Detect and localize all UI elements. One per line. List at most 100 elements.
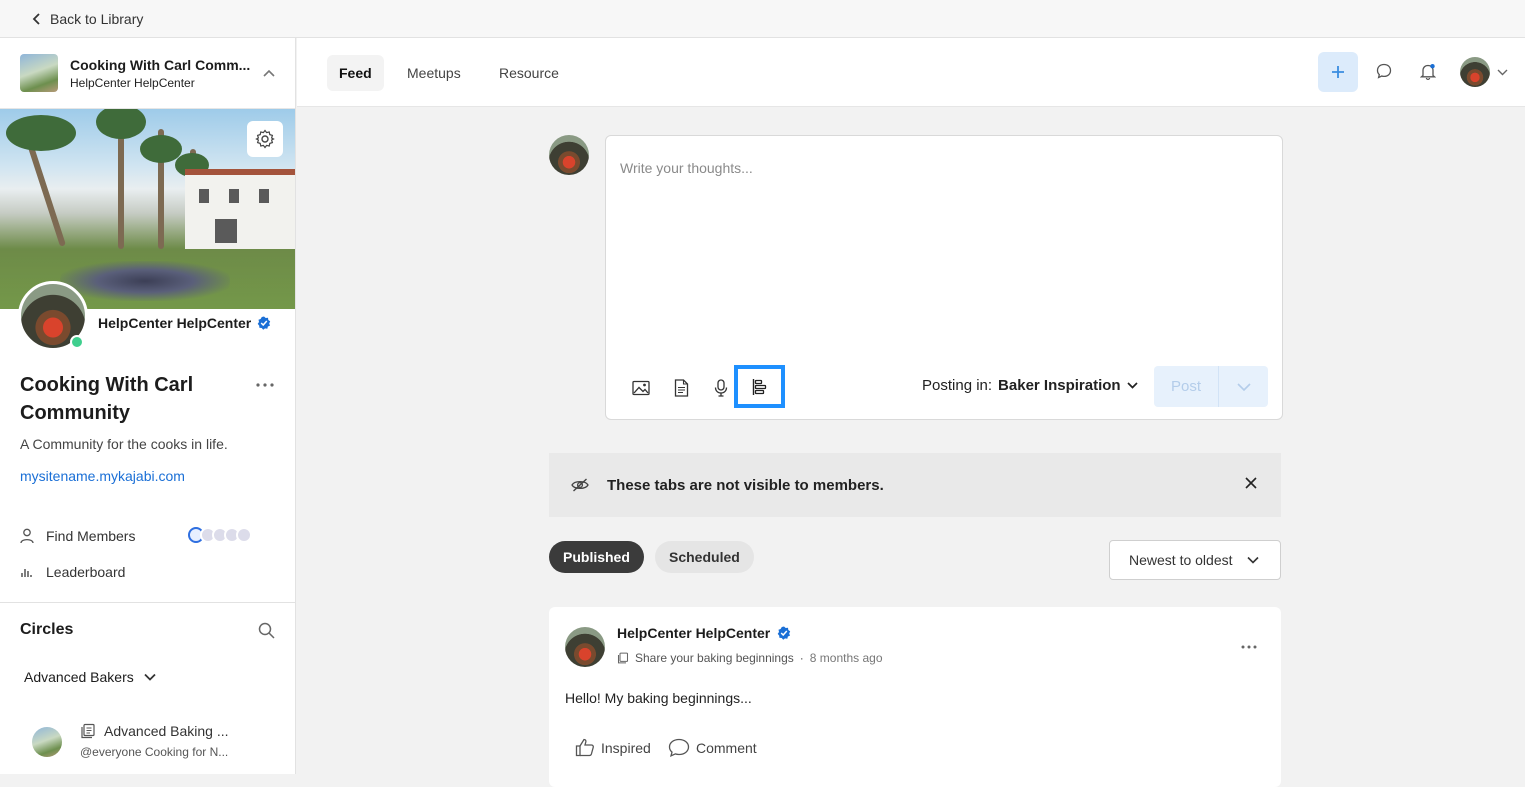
chevron-up-icon[interactable] — [263, 69, 275, 77]
back-to-library-link[interactable]: Back to Library — [32, 11, 143, 27]
close-icon — [1245, 477, 1257, 489]
add-file-button[interactable] — [669, 376, 693, 400]
community-cover-image — [0, 109, 295, 309]
chat-bubble-icon — [1376, 63, 1392, 79]
add-poll-button[interactable] — [734, 365, 785, 408]
owner-name: HelpCenter HelpCenter — [98, 315, 252, 331]
circle-thumbnail — [32, 727, 62, 757]
post-body: Hello! My baking beginnings... — [565, 690, 752, 706]
circle-list-item[interactable]: Advanced Baking ... @everyone Cooking fo… — [32, 723, 229, 759]
circle-filter-select[interactable]: Advanced Bakers — [24, 669, 156, 685]
post-button-group: Post — [1154, 366, 1268, 407]
hidden-tabs-notice: These tabs are not visible to members. — [549, 453, 1281, 517]
sidebar-item-leaderboard[interactable]: Leaderboard — [20, 564, 125, 580]
inspired-label: Inspired — [601, 739, 651, 756]
community-more-button[interactable] — [256, 383, 274, 387]
post-composer: Posting in: Baker Inspiration Post — [605, 135, 1283, 420]
chevron-down-icon — [1236, 382, 1251, 391]
poll-icon — [752, 378, 766, 395]
top-bar: Back to Library — [0, 0, 1525, 38]
leaderboard-label: Leaderboard — [46, 564, 126, 580]
person-icon — [20, 528, 34, 544]
notice-text: These tabs are not visible to members. — [607, 476, 884, 494]
chevron-left-icon — [32, 12, 40, 25]
circles-search-button[interactable] — [258, 622, 275, 639]
community-name: Cooking With Carl Community — [20, 374, 194, 424]
community-subtitle: HelpCenter HelpCenter — [70, 75, 195, 90]
member-avatar — [236, 527, 252, 543]
filter-published[interactable]: Published — [549, 541, 644, 573]
verified-badge-icon — [777, 626, 791, 640]
user-avatar[interactable] — [1460, 57, 1490, 87]
microphone-icon — [714, 379, 728, 397]
post-more-button[interactable] — [1241, 645, 1257, 649]
posting-in-value: Baker Inspiration — [998, 377, 1121, 394]
chevron-down-icon — [1497, 69, 1508, 76]
circle-item-title: Advanced Baking ... — [104, 723, 229, 739]
messages-button[interactable] — [1376, 63, 1392, 79]
online-status-dot — [70, 335, 84, 349]
more-horizontal-icon — [1241, 645, 1257, 649]
create-button[interactable] — [1318, 52, 1358, 92]
sort-value: Newest to oldest — [1129, 552, 1233, 568]
back-label: Back to Library — [50, 10, 144, 27]
circles-heading: Circles — [20, 621, 74, 638]
settings-button[interactable] — [247, 121, 283, 157]
more-horizontal-icon — [256, 383, 274, 387]
sidebar: Cooking With Carl Comm... HelpCenter Hel… — [0, 38, 296, 774]
member-avatars — [188, 527, 252, 543]
sort-select[interactable]: Newest to oldest — [1109, 540, 1281, 580]
post-options-button[interactable] — [1219, 366, 1268, 407]
tab-meetups[interactable]: Meetups — [395, 55, 473, 91]
filter-scheduled[interactable]: Scheduled — [655, 541, 754, 573]
post-timestamp: 8 months ago — [809, 651, 883, 665]
document-stack-icon — [81, 723, 95, 739]
community-site-link[interactable]: mysitename.mykajabi.com — [20, 468, 185, 484]
add-image-button[interactable] — [629, 376, 653, 400]
record-audio-button[interactable] — [709, 376, 733, 400]
tab-resource[interactable]: Resource — [487, 55, 571, 91]
composer-avatar — [549, 135, 589, 175]
bell-icon — [1420, 64, 1436, 80]
community-switcher[interactable]: Cooking With Carl Comm... HelpCenter Hel… — [0, 38, 295, 109]
community-thumbnail — [20, 54, 58, 92]
thumbs-up-icon — [575, 738, 594, 757]
notifications-button[interactable] — [1420, 63, 1436, 80]
post-button[interactable]: Post — [1154, 366, 1219, 407]
comment-icon — [668, 738, 690, 757]
verified-badge-icon — [257, 316, 271, 330]
comment-button[interactable]: Comment — [668, 738, 757, 757]
meta-separator: · — [799, 651, 804, 665]
search-icon — [258, 622, 275, 639]
community-title: Cooking With Carl Comm... — [70, 56, 251, 73]
image-icon — [632, 380, 650, 396]
chevron-down-icon — [1246, 556, 1259, 564]
feed-post: HelpCenter HelpCenter Share your baking … — [549, 607, 1281, 787]
plus-icon — [1332, 66, 1344, 78]
document-stack-icon — [617, 652, 629, 664]
main-header: Feed Meetups Resource — [297, 38, 1525, 107]
posting-in-label: Posting in: — [922, 377, 993, 394]
gear-icon — [255, 129, 275, 149]
tab-feed[interactable]: Feed — [327, 55, 384, 91]
chevron-down-icon — [1126, 382, 1138, 389]
eye-off-icon — [571, 478, 589, 492]
bar-chart-icon — [21, 569, 32, 577]
user-menu-button[interactable] — [1497, 69, 1508, 76]
comment-label: Comment — [696, 739, 757, 756]
sidebar-divider — [0, 602, 295, 603]
post-author-avatar[interactable] — [565, 627, 605, 667]
find-members-label: Find Members — [46, 528, 136, 544]
circle-item-subtitle: @everyone Cooking for N... — [80, 745, 229, 759]
document-icon — [674, 379, 688, 397]
inspired-reaction-button[interactable]: Inspired — [575, 738, 651, 757]
post-author-name[interactable]: HelpCenter HelpCenter — [617, 625, 770, 641]
community-tagline: A Community for the cooks in life. — [20, 436, 228, 452]
posting-in-select[interactable]: Posting in: Baker Inspiration — [922, 377, 1138, 394]
circle-filter-value: Advanced Bakers — [24, 669, 134, 685]
chevron-down-icon — [144, 673, 156, 681]
close-notice-button[interactable] — [1245, 477, 1257, 489]
post-text-input[interactable] — [620, 160, 1260, 340]
post-topic[interactable]: Share your baking beginnings — [635, 651, 794, 665]
sidebar-item-find-members[interactable]: Find Members — [20, 528, 135, 544]
